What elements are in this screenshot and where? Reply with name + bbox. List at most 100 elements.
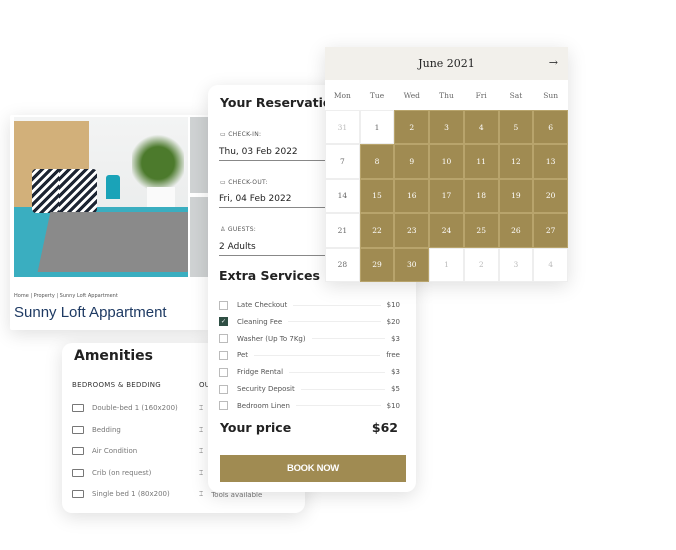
- amenity-item: Bedding: [72, 425, 121, 434]
- amenity-item: Crib (on request): [72, 468, 152, 477]
- amenity-item: Air Condition: [72, 447, 137, 455]
- calendar-day[interactable]: 21: [325, 213, 360, 248]
- calendar-day[interactable]: 3: [429, 110, 464, 145]
- service-checkbox[interactable]: [219, 384, 228, 394]
- weekday-label: Fri: [475, 90, 487, 100]
- divider: [295, 405, 381, 407]
- weekday-label: Mon: [333, 90, 351, 100]
- amenity-item: Single bed 1 (80x200): [72, 490, 170, 498]
- service-price: free: [386, 351, 400, 360]
- calendar-icon: ▭: [220, 131, 229, 138]
- calendar-day[interactable]: 8: [359, 144, 395, 179]
- divider: [300, 388, 386, 390]
- divider: [289, 371, 386, 373]
- calendar-day[interactable]: 22: [359, 213, 395, 248]
- service-checkbox[interactable]: [219, 401, 228, 411]
- tv-icon: ⌶: [199, 425, 204, 434]
- calendar-day[interactable]: 17: [429, 178, 464, 214]
- service-label: Fridge Rental: [237, 368, 284, 377]
- calendar-day[interactable]: 1: [359, 110, 395, 145]
- calendar-day[interactable]: 13: [533, 144, 568, 179]
- calendar-day[interactable]: 4: [533, 247, 568, 282]
- calendar-day[interactable]: 19: [498, 178, 534, 214]
- calendar-day[interactable]: 18: [463, 178, 499, 214]
- lamp-icon: ⌶: [199, 404, 204, 412]
- service-label: Cleaning Fee: [237, 317, 283, 326]
- calendar-day[interactable]: 16: [394, 178, 430, 214]
- calendar-day[interactable]: 2: [463, 247, 499, 282]
- service-price: $5: [391, 385, 400, 393]
- checkin-label: CHECK-IN:: [228, 131, 262, 138]
- calendar-day[interactable]: 11: [463, 144, 499, 179]
- calendar-day[interactable]: 25: [463, 213, 499, 248]
- service-price: $20: [386, 317, 400, 326]
- bedding-icon: [72, 425, 84, 434]
- single-bed-icon: [72, 490, 84, 498]
- service-checkbox[interactable]: [219, 350, 228, 360]
- calendar-day[interactable]: 5: [498, 110, 534, 145]
- calendar-day[interactable]: 29: [359, 247, 395, 282]
- guests-field[interactable]: 2 Adults: [219, 242, 325, 256]
- calendar-day[interactable]: 1: [429, 247, 464, 282]
- calendar-day[interactable]: 4: [463, 110, 499, 145]
- listing-photo[interactable]: [14, 117, 188, 277]
- calendar-icon: ▭: [220, 179, 229, 186]
- calendar-day[interactable]: 7: [325, 144, 360, 179]
- book-now-button[interactable]: BOOK NOW: [220, 455, 406, 482]
- service-row: Late Checkout $10: [219, 299, 400, 311]
- calendar-day[interactable]: 14: [325, 178, 360, 214]
- checkout-field[interactable]: Fri, 04 Feb 2022: [219, 194, 325, 208]
- amenity-label: Single bed 1 (80x200): [92, 490, 170, 498]
- service-checkbox[interactable]: ✓: [219, 317, 228, 327]
- calendar-day[interactable]: 3: [498, 247, 534, 282]
- calendar-day[interactable]: 20: [533, 178, 568, 214]
- calendar-day[interactable]: 9: [394, 144, 430, 179]
- service-row: Washer (Up To 7Kg) $3: [219, 333, 400, 345]
- weekday-label: Thu: [439, 90, 454, 100]
- service-label: Washer (Up To 7Kg): [237, 334, 306, 343]
- calendar-day[interactable]: 2: [394, 110, 430, 145]
- service-price: $10: [386, 301, 400, 309]
- weekday-label: Sat: [509, 90, 523, 100]
- calendar-day[interactable]: 28: [325, 247, 360, 282]
- divider: [288, 321, 381, 323]
- amenities-title: Amenities: [74, 348, 154, 364]
- calendar-day[interactable]: 12: [498, 144, 534, 179]
- guests-label: GUESTS:: [227, 226, 257, 233]
- checkin-field[interactable]: Thu, 03 Feb 2022: [219, 147, 325, 161]
- service-checkbox[interactable]: [219, 334, 228, 344]
- calendar-month: June 2021: [418, 57, 475, 70]
- crib-icon: [72, 468, 84, 477]
- service-label: Late Checkout: [237, 301, 288, 309]
- price-label: Your price: [220, 420, 292, 435]
- listing-thumbnail[interactable]: [190, 197, 210, 277]
- calendar-day[interactable]: 23: [394, 213, 430, 248]
- amenity-label: Crib (on request): [92, 468, 152, 477]
- service-row: Bedroom Linen $10: [219, 400, 400, 412]
- amenity-label: Double-bed 1 (160x200): [92, 404, 178, 412]
- service-label: Bedroom Linen: [237, 401, 290, 410]
- calendar-day[interactable]: 26: [498, 213, 534, 248]
- calendar-day[interactable]: 15: [359, 178, 395, 214]
- divider: [254, 354, 381, 356]
- service-price: $10: [386, 401, 400, 410]
- service-checkbox[interactable]: [219, 300, 228, 310]
- breadcrumb[interactable]: Home | Property | Sunny Loft Appartment: [14, 293, 118, 299]
- service-label: Security Deposit: [237, 385, 295, 393]
- price-row: Your price $62: [220, 420, 398, 435]
- weekday-label: Wed: [403, 90, 420, 100]
- arrow-right-icon[interactable]: →: [549, 56, 558, 69]
- service-row: Pet free: [219, 349, 400, 361]
- listing-thumbnail[interactable]: [190, 117, 210, 193]
- calendar-day[interactable]: 31: [325, 110, 360, 145]
- calendar-day[interactable]: 27: [533, 213, 568, 248]
- calendar-day[interactable]: 6: [533, 110, 568, 145]
- tools-icon: ⌶: [199, 490, 204, 498]
- checkout-label: CHECK-OUT:: [228, 179, 268, 186]
- calendar-day[interactable]: 24: [429, 213, 464, 248]
- calendar-day[interactable]: 10: [429, 144, 464, 179]
- calendar-day[interactable]: 30: [394, 247, 430, 282]
- price-value: $62: [371, 420, 398, 435]
- service-row: ✓ Cleaning Fee $20: [219, 316, 400, 328]
- service-checkbox[interactable]: [219, 367, 228, 377]
